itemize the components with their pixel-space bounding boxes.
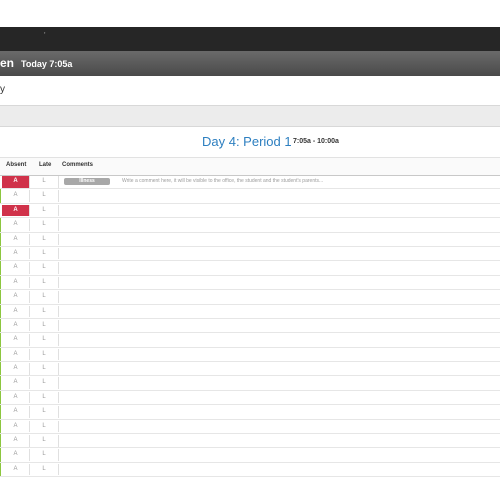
table-row: AL <box>0 304 500 319</box>
present-indicator <box>0 405 1 419</box>
present-indicator <box>0 419 1 434</box>
late-toggle[interactable]: L <box>30 190 59 202</box>
table-row: AL <box>0 290 500 305</box>
absent-toggle[interactable]: A <box>2 377 30 389</box>
period-title[interactable]: Day 4: Period 1 <box>202 134 292 149</box>
table-row: AL <box>0 347 500 363</box>
column-header-absent: Absent <box>6 162 27 168</box>
absent-toggle[interactable]: A <box>2 176 30 188</box>
absent-toggle[interactable]: A <box>2 391 30 404</box>
present-indicator <box>0 189 1 203</box>
absent-toggle[interactable]: A <box>2 334 30 346</box>
absent-toggle[interactable]: A <box>2 406 30 418</box>
table-row: AL <box>0 261 500 276</box>
table-row: AL <box>0 232 500 247</box>
absent-toggle[interactable]: A <box>2 420 30 433</box>
absent-toggle[interactable]: A <box>2 363 30 375</box>
late-toggle[interactable]: L <box>30 247 59 260</box>
late-toggle[interactable]: L <box>30 363 59 375</box>
late-toggle[interactable]: L <box>30 176 59 188</box>
late-toggle[interactable]: L <box>30 377 59 389</box>
column-header-comments: Comments <box>62 162 94 168</box>
late-toggle[interactable]: L <box>30 391 59 404</box>
late-toggle[interactable]: L <box>30 276 59 289</box>
absent-toggle[interactable]: A <box>2 219 30 231</box>
late-toggle[interactable]: L <box>30 291 59 303</box>
column-header-late: Late <box>39 162 52 168</box>
user-name: en <box>0 56 15 70</box>
present-indicator <box>0 362 1 376</box>
absent-toggle[interactable]: A <box>2 233 30 246</box>
present-indicator <box>0 434 1 448</box>
table-row: AL <box>0 390 500 406</box>
absent-toggle[interactable]: A <box>2 247 30 260</box>
present-indicator <box>0 290 1 304</box>
late-toggle[interactable]: L <box>30 262 59 274</box>
late-toggle[interactable]: L <box>30 334 59 346</box>
comment-input[interactable]: Write a comment here, it will be visible… <box>122 177 323 186</box>
today-time: Today 7:05a <box>21 59 73 69</box>
top-navigation-bar: ' <box>0 27 500 51</box>
absent-toggle[interactable]: A <box>2 305 30 318</box>
present-indicator <box>0 347 1 362</box>
absent-toggle[interactable]: A <box>2 435 30 447</box>
present-indicator <box>0 390 1 405</box>
absent-toggle[interactable]: A <box>2 276 30 289</box>
table-row: AL <box>0 246 500 262</box>
absent-toggle[interactable]: A <box>2 449 30 461</box>
late-toggle[interactable]: L <box>30 305 59 318</box>
table-row: A L Illness Write a comment here, it will b… <box>0 175 500 190</box>
table-row: AL <box>0 333 500 348</box>
late-toggle[interactable]: L <box>30 204 59 217</box>
table-row: AL <box>0 362 500 377</box>
present-indicator <box>0 462 1 477</box>
present-indicator <box>0 275 1 290</box>
table-row: AL <box>0 376 500 391</box>
table-row: AL <box>0 434 500 449</box>
table-row: AL <box>0 218 500 233</box>
present-indicator <box>0 261 1 275</box>
period-time: 7:05a - 10:00a <box>293 138 339 145</box>
table-row: AL <box>0 318 500 334</box>
late-toggle[interactable]: L <box>30 435 59 447</box>
absent-toggle[interactable]: A <box>2 204 30 217</box>
present-indicator <box>0 333 1 347</box>
late-toggle[interactable]: L <box>30 348 59 361</box>
table-row: AL <box>0 448 500 463</box>
present-indicator <box>0 232 1 246</box>
table-row: AL <box>0 462 500 478</box>
nav-glyph: ' <box>44 31 46 40</box>
present-indicator <box>0 448 1 462</box>
attendance-table-header: Absent Late Comments <box>0 157 500 176</box>
absent-toggle[interactable]: A <box>2 190 30 202</box>
table-row: AL <box>0 419 500 435</box>
absent-toggle[interactable]: A <box>2 348 30 361</box>
table-row: AL <box>0 204 500 219</box>
page-header-bar: en Today 7:05a <box>0 51 500 76</box>
present-indicator <box>0 246 1 261</box>
present-indicator <box>0 318 1 333</box>
late-toggle[interactable]: L <box>30 233 59 246</box>
absent-toggle[interactable]: A <box>2 463 30 476</box>
table-row: AL <box>0 275 500 291</box>
present-indicator <box>0 218 1 232</box>
late-toggle[interactable]: L <box>30 449 59 461</box>
absent-toggle[interactable]: A <box>2 262 30 274</box>
absent-toggle[interactable]: A <box>2 291 30 303</box>
page-subtitle: y <box>0 84 5 95</box>
present-indicator <box>0 376 1 390</box>
late-toggle[interactable]: L <box>30 319 59 332</box>
absent-toggle[interactable]: A <box>2 319 30 332</box>
table-row: AL <box>0 189 500 204</box>
late-toggle[interactable]: L <box>30 463 59 476</box>
toolbar-strip <box>0 105 500 127</box>
attendance-rows: A L Illness Write a comment here, it will b… <box>0 175 500 478</box>
late-toggle[interactable]: L <box>30 219 59 231</box>
present-indicator <box>0 304 1 318</box>
reason-dropdown[interactable]: Illness <box>64 178 110 185</box>
table-row: AL <box>0 405 500 420</box>
late-toggle[interactable]: L <box>30 420 59 433</box>
late-toggle[interactable]: L <box>30 406 59 418</box>
